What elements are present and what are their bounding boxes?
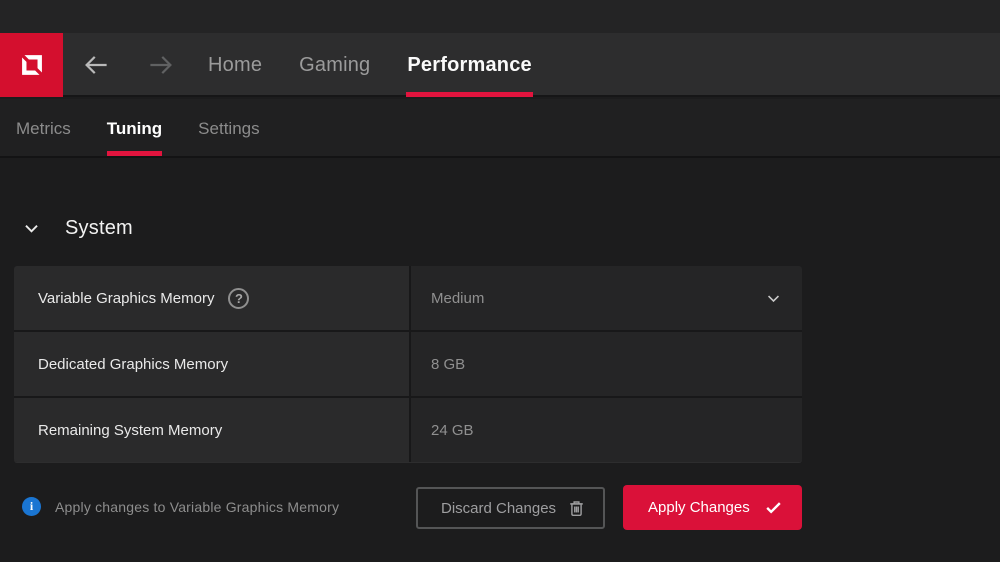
main-navbar: Home Gaming Performance: [0, 33, 1000, 97]
note-text: Apply changes to Variable Graphics Memor…: [55, 498, 340, 515]
section-title: System: [65, 216, 133, 239]
titlebar: [0, 0, 1000, 33]
setting-value-dedicated-graphics-memory: 8 GB: [411, 332, 802, 396]
arrow-left-icon: [81, 50, 111, 80]
tab-home[interactable]: Home: [208, 33, 262, 97]
amd-logo[interactable]: [0, 33, 63, 97]
discard-changes-button[interactable]: Discard Changes: [416, 487, 605, 529]
setting-label-text: Remaining System Memory: [38, 421, 223, 439]
setting-value-text: 8 GB: [431, 355, 466, 373]
setting-label-remaining-system-memory: Remaining System Memory: [14, 398, 409, 462]
subtab-settings[interactable]: Settings: [198, 99, 259, 158]
tab-performance[interactable]: Performance: [406, 33, 534, 97]
dropdown-selected-value: Medium: [431, 289, 485, 307]
radeon-software-window: Home Gaming Performance Metrics Tuning S…: [0, 0, 1000, 562]
subtab-tuning[interactable]: Tuning: [106, 99, 163, 158]
system-settings-table: Variable Graphics Memory ? Medium Dedica…: [14, 266, 802, 462]
sub-tabs: Metrics Tuning Settings: [16, 99, 260, 158]
setting-label-text: Variable Graphics Memory: [38, 289, 215, 307]
apply-changes-note: i Apply changes to Variable Graphics Mem…: [22, 497, 339, 516]
chevron-down-icon: [22, 219, 41, 238]
main-tabs: Home Gaming Performance: [208, 33, 534, 97]
variable-graphics-memory-dropdown[interactable]: Medium: [411, 266, 802, 330]
arrow-right-icon: [146, 50, 176, 80]
chevron-down-icon: [765, 290, 782, 307]
back-button[interactable]: [76, 33, 116, 97]
setting-label-text: Dedicated Graphics Memory: [38, 355, 229, 373]
apply-button-label: Apply Changes: [648, 499, 750, 516]
forward-button[interactable]: [141, 33, 181, 97]
setting-label-dedicated-graphics-memory: Dedicated Graphics Memory: [14, 332, 409, 396]
subtab-metrics[interactable]: Metrics: [16, 99, 71, 158]
performance-subnav: Metrics Tuning Settings: [0, 99, 1000, 158]
info-icon: i: [22, 497, 41, 516]
discard-button-label: Discard Changes: [441, 499, 557, 517]
setting-value-remaining-system-memory: 24 GB: [411, 398, 802, 462]
check-icon: [764, 498, 783, 517]
system-section-toggle[interactable]: System: [14, 206, 133, 250]
apply-changes-button[interactable]: Apply Changes: [623, 485, 802, 530]
trash-icon: [567, 499, 586, 518]
tab-gaming[interactable]: Gaming: [299, 33, 370, 97]
help-icon[interactable]: ?: [228, 287, 250, 309]
setting-value-text: 24 GB: [431, 421, 474, 439]
amd-arrow-icon: [15, 48, 49, 82]
setting-label-variable-graphics-memory: Variable Graphics Memory ?: [14, 266, 409, 330]
